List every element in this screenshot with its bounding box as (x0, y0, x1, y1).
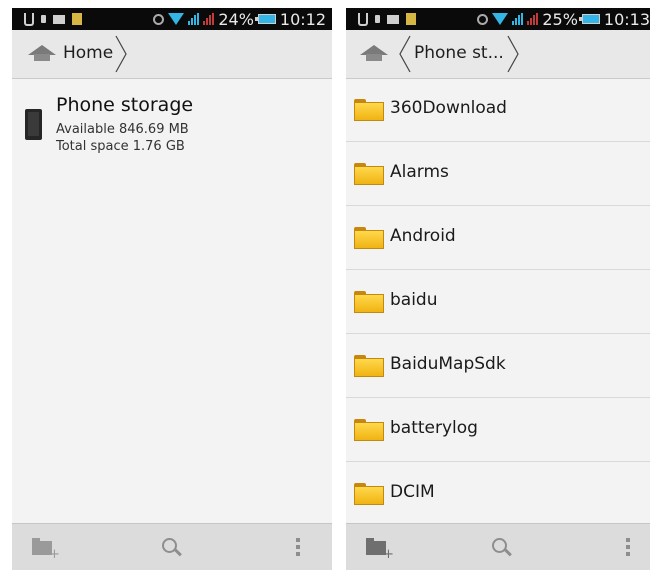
alarm-icon (153, 13, 165, 25)
list-item[interactable]: DCIM (346, 462, 650, 525)
folder-name: baidu (390, 290, 438, 310)
note-icon (72, 13, 82, 25)
home-icon[interactable] (28, 45, 56, 63)
bottom-action-bar: + (346, 523, 650, 570)
folder-name: BaiduMapSdk (390, 354, 506, 374)
signal-icon (512, 13, 524, 25)
storage-title: Phone storage (56, 94, 194, 116)
usb-icon (358, 12, 368, 26)
breadcrumb: Home (12, 30, 332, 79)
signal-no-sim-icon (203, 13, 215, 25)
chevron-right-icon (115, 35, 127, 73)
signal-no-sim-icon (527, 13, 539, 25)
folder-list: 360Download Alarms Android baidu BaiduMa… (346, 78, 650, 525)
storage-total: Total space 1.76 GB (56, 139, 185, 154)
breadcrumb-current[interactable]: Phone st... (414, 43, 504, 63)
folder-icon (354, 99, 384, 121)
notification-icon (375, 15, 380, 23)
search-icon[interactable] (492, 538, 512, 557)
list-item[interactable]: Android (346, 206, 650, 270)
battery-icon (254, 14, 276, 24)
list-item[interactable]: BaiduMapSdk (346, 334, 650, 398)
wifi-icon (168, 13, 185, 25)
list-item[interactable]: batterylog (346, 398, 650, 462)
folder-name: Alarms (390, 162, 449, 182)
storage-item-phone[interactable]: Phone storage Available 846.69 MB Total … (12, 88, 332, 158)
phone-icon (25, 109, 42, 140)
wifi-icon (492, 13, 509, 25)
folder-icon (354, 227, 384, 249)
list-item[interactable]: baidu (346, 270, 650, 334)
clock: 10:12 (279, 9, 326, 29)
folder-icon (354, 483, 384, 505)
breadcrumb: Phone st... (346, 30, 650, 79)
storage-available: Available 846.69 MB (56, 122, 189, 137)
mail-icon (53, 14, 65, 24)
overflow-menu-icon[interactable] (296, 538, 300, 556)
bottom-action-bar: + (12, 523, 332, 570)
list-item[interactable]: Alarms (346, 142, 650, 206)
status-bar: 24% 10:12 (12, 8, 332, 30)
new-folder-icon[interactable]: + (32, 538, 60, 561)
breadcrumb-home[interactable]: Home (63, 43, 113, 63)
folder-icon (354, 163, 384, 185)
battery-percent: 25% (542, 9, 578, 29)
list-item[interactable]: 360Download (346, 78, 650, 142)
folder-name: Android (390, 226, 456, 246)
home-icon[interactable] (360, 45, 388, 63)
usb-icon (24, 12, 34, 26)
search-icon[interactable] (162, 538, 182, 557)
folder-icon (354, 291, 384, 313)
signal-icon (188, 13, 200, 25)
alarm-icon (477, 13, 489, 25)
clock: 10:13 (603, 9, 650, 29)
folder-screen: 25% 10:13 Phone st... 360Download Alarms… (346, 8, 650, 570)
chevron-right-icon (399, 35, 411, 73)
battery-icon (578, 14, 600, 24)
folder-name: 360Download (390, 98, 507, 118)
status-bar: 25% 10:13 (346, 8, 650, 30)
folder-icon (354, 355, 384, 377)
mail-icon (387, 14, 399, 24)
battery-percent: 24% (218, 9, 254, 29)
folder-name: DCIM (390, 482, 435, 502)
folder-name: batterylog (390, 418, 478, 438)
chevron-right-icon (507, 35, 519, 73)
note-icon (406, 13, 416, 25)
notification-icon (41, 15, 46, 23)
new-folder-icon[interactable]: + (366, 538, 394, 561)
folder-icon (354, 419, 384, 441)
home-screen: 24% 10:12 Home Phone storage Available 8… (12, 8, 332, 570)
overflow-menu-icon[interactable] (626, 538, 630, 556)
